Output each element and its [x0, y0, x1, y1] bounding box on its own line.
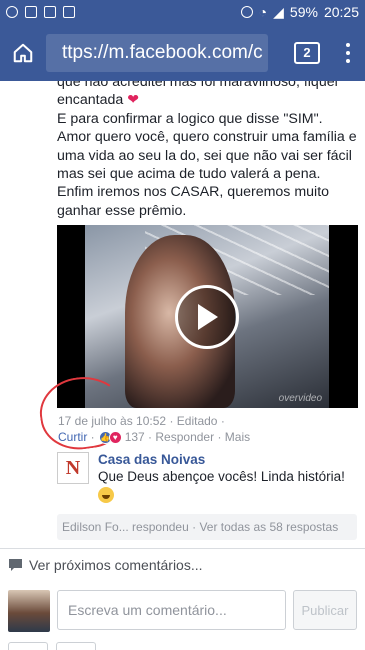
gallery-icon — [25, 6, 37, 18]
comment-composer: Publicar — [0, 590, 365, 650]
reactions-summary[interactable]: 👍 ♥ — [98, 430, 122, 444]
post-line: encantada ❤ — [57, 92, 140, 109]
grinning-emoji — [98, 487, 114, 503]
wifi-icon: ◔ — [258, 4, 268, 20]
attachment-stub[interactable] — [56, 642, 96, 650]
video-watermark: overvideo — [278, 393, 322, 404]
reply-preview-action: respondeu — [132, 520, 189, 534]
reply-author[interactable]: Casa das Noivas — [98, 452, 358, 467]
reply-text: Que Deus abençoe vocês! Linda história! — [98, 467, 358, 505]
clock: 20:25 — [323, 4, 359, 20]
url-text: ttps://m.facebook.com/c — [62, 41, 263, 63]
comment-input[interactable] — [57, 590, 286, 630]
post-line: que não acreditei mas foi maravilhoso, f… — [57, 81, 338, 90]
home-button[interactable] — [0, 24, 46, 81]
signal-icon: ◢ — [273, 3, 284, 20]
divider — [0, 548, 365, 549]
alarm-icon — [240, 6, 253, 18]
comment-bubble-icon — [9, 559, 22, 571]
reaction-count[interactable]: 137 — [125, 430, 145, 444]
whatsapp-icon — [6, 6, 18, 18]
avatar[interactable] — [8, 590, 50, 632]
browser-toolbar: ttps://m.facebook.com/c 2 — [0, 24, 365, 81]
see-more-label: Ver próximos comentários... — [29, 557, 203, 573]
post-date[interactable]: 17 de julho às 10:52 — [58, 414, 166, 428]
casa-das-noivas-logo[interactable]: N — [57, 452, 89, 484]
reply-preview-author: Edilson Fo... — [62, 520, 129, 534]
url-bar[interactable]: ttps://m.facebook.com/c — [46, 33, 268, 72]
post-line: Enfim iremos nos CASAR, queremos muito g… — [57, 184, 330, 219]
post-line: E para confirmar a logico que disse "SIM… — [57, 110, 323, 127]
attachment-stub[interactable] — [8, 642, 48, 650]
edited-label[interactable]: Editado — [177, 414, 218, 428]
notification-icon — [44, 6, 56, 18]
battery-level: 59% — [289, 4, 318, 20]
home-icon — [13, 43, 33, 62]
view-more-replies[interactable]: Edilson Fo... respondeu · Ver todas as 5… — [57, 514, 357, 540]
heart-emoji: ❤ — [127, 92, 140, 109]
reply-button[interactable]: Responder — [155, 430, 214, 444]
play-icon — [198, 304, 218, 330]
post-text: que não acreditei mas foi maravilhoso, f… — [57, 81, 362, 220]
see-more-comments[interactable]: Ver próximos comentários... — [8, 557, 203, 573]
more-button[interactable]: Mais — [225, 430, 250, 444]
publish-button[interactable]: Publicar — [293, 590, 357, 630]
gif-icon — [63, 6, 75, 18]
post-line: Amor quero você, quero construir uma fam… — [57, 129, 357, 183]
see-all-replies: Ver todas as 58 respostas — [199, 520, 339, 534]
play-button[interactable] — [175, 285, 239, 349]
tab-switcher-button[interactable]: 2 — [294, 41, 320, 64]
post-meta: 17 de julho às 10:52 · Editado · — [58, 414, 225, 428]
post-actions: Curtir · 👍 ♥ 137 · Responder · Mais — [58, 430, 251, 444]
status-bar: ◔ ◢ 59% 20:25 — [0, 0, 365, 24]
page-content: que não acreditei mas foi maravilhoso, f… — [0, 81, 365, 650]
like-button[interactable]: Curtir — [58, 430, 87, 444]
overflow-menu-icon[interactable] — [338, 42, 358, 63]
heart-icon: ♥ — [108, 430, 122, 444]
reply-comment: N Casa das Noivas Que Deus abençoe vocês… — [57, 452, 358, 505]
